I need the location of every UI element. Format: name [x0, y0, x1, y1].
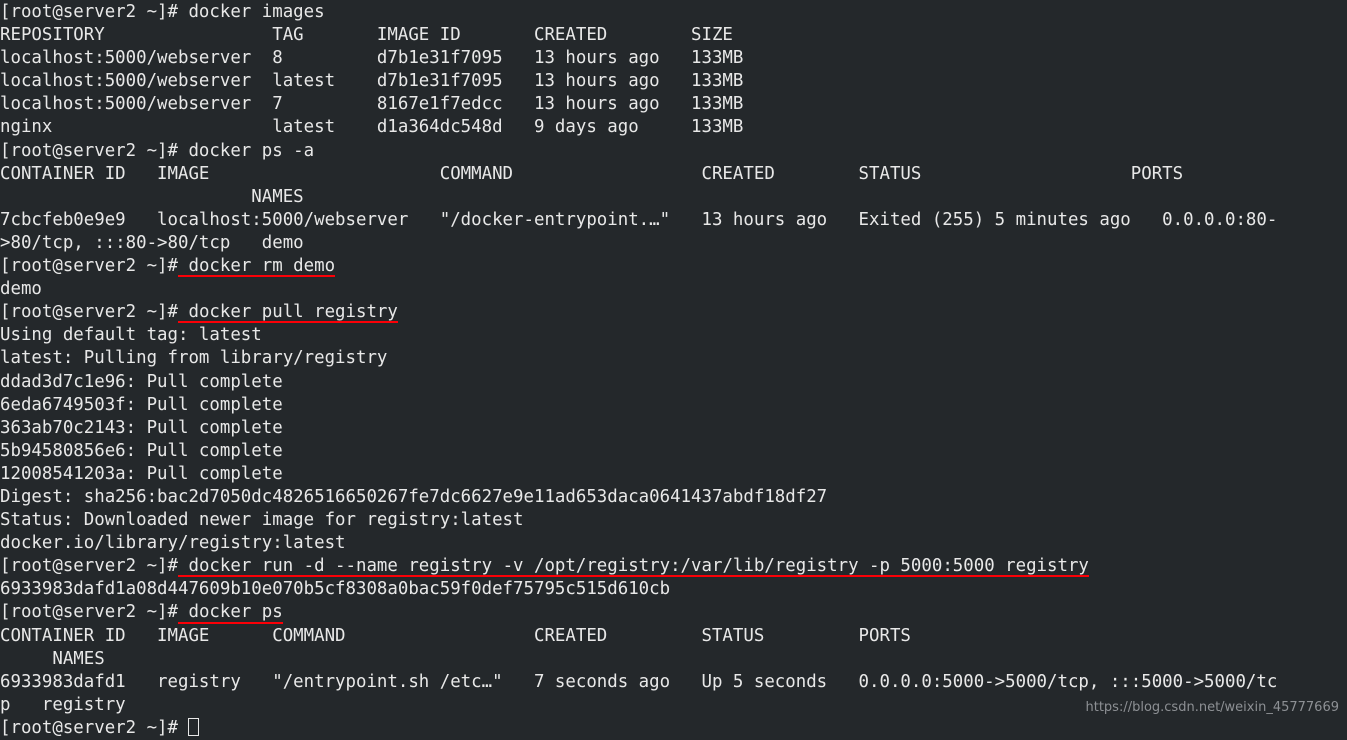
terminal-text: localhost:5000/webserver 8 d7b1e31f7095 …	[0, 48, 744, 69]
terminal-line: CONTAINER ID IMAGE COMMAND CREATED STATU…	[0, 625, 1277, 648]
terminal-line: 7cbcfeb0e9e9 localhost:5000/webserver "/…	[0, 209, 1277, 232]
terminal-text: p registry	[0, 694, 126, 715]
terminal-line: REPOSITORY TAG IMAGE ID CREATED SIZE	[0, 24, 1277, 47]
terminal-text: demo	[0, 279, 42, 300]
terminal-line: 6933983dafd1 registry "/entrypoint.sh /e…	[0, 671, 1277, 694]
terminal-line: docker.io/library/registry:latest	[0, 532, 1277, 555]
terminal-line: [root@server2 ~]# docker images	[0, 1, 1277, 24]
terminal-text: 6933983dafd1 registry "/entrypoint.sh /e…	[0, 671, 1278, 692]
terminal-text: >80/tcp, :::80->80/tcp demo	[0, 232, 304, 253]
terminal-line: 5b94580856e6: Pull complete	[0, 440, 1277, 463]
terminal-text: docker.io/library/registry:latest	[0, 533, 346, 554]
terminal-text: 5b94580856e6: Pull complete	[0, 440, 283, 461]
terminal-text: localhost:5000/webserver latest d7b1e31f…	[0, 71, 744, 92]
terminal-text: [root@server2 ~]#	[0, 556, 178, 577]
highlighted-command: docker run -d --name registry -v /opt/re…	[178, 555, 1089, 578]
terminal-text: [root@server2 ~]# docker images	[0, 2, 325, 22]
terminal-line: nginx latest d1a364dc548d 9 days ago 133…	[0, 116, 1277, 139]
terminal-text: Status: Downloaded newer image for regis…	[0, 510, 524, 531]
terminal-text: [root@server2 ~]#	[0, 302, 178, 323]
terminal-line: CONTAINER ID IMAGE COMMAND CREATED STATU…	[0, 163, 1277, 186]
terminal-line: >80/tcp, :::80->80/tcp demo	[0, 232, 1277, 255]
terminal-text: REPOSITORY TAG IMAGE ID CREATED SIZE	[0, 25, 733, 46]
terminal-text: 363ab70c2143: Pull complete	[0, 417, 283, 438]
terminal-line: Digest: sha256:bac2d7050dc4826516650267f…	[0, 486, 1277, 509]
terminal-line: [root@server2 ~]# docker ps -a	[0, 140, 1277, 163]
terminal-line: localhost:5000/webserver 7 8167e1f7edcc …	[0, 93, 1277, 116]
terminal-line: [root@server2 ~]# docker run -d --name r…	[0, 555, 1277, 578]
terminal-line: latest: Pulling from library/registry	[0, 347, 1277, 370]
terminal-text: nginx latest d1a364dc548d 9 days ago 133…	[0, 117, 744, 138]
terminal-text: [root@server2 ~]#	[0, 717, 189, 738]
terminal-line: localhost:5000/webserver 8 d7b1e31f7095 …	[0, 47, 1277, 70]
terminal-line: 12008541203a: Pull complete	[0, 463, 1277, 486]
terminal-line: NAMES	[0, 648, 1277, 671]
terminal-line: demo	[0, 278, 1277, 301]
watermark-text: https://blog.csdn.net/weixin_45777669	[1085, 699, 1339, 715]
highlighted-command: docker pull registry	[178, 301, 398, 324]
terminal-line: [root@server2 ~]# docker rm demo	[0, 255, 1277, 278]
terminal-line: 6eda6749503f: Pull complete	[0, 394, 1277, 417]
terminal-line: localhost:5000/webserver latest d7b1e31f…	[0, 70, 1277, 93]
terminal-text: [root@server2 ~]#	[0, 602, 178, 623]
terminal-text: Digest: sha256:bac2d7050dc4826516650267f…	[0, 486, 828, 507]
terminal-line: Using default tag: latest	[0, 324, 1277, 347]
terminal-screen: [root@server2 ~]# docker images REPOSITOR…	[0, 1, 1277, 740]
terminal-text: 7cbcfeb0e9e9 localhost:5000/webserver "/…	[0, 209, 1278, 230]
terminal-line: [root@server2 ~]# docker ps	[0, 601, 1277, 624]
terminal-text: NAMES	[0, 648, 105, 669]
terminal-cursor	[188, 717, 200, 736]
terminal-line: [root@server2 ~]# docker pull registry	[0, 301, 1277, 324]
terminal-window[interactable]: [root@server2 ~]# docker images REPOSITOR…	[0, 0, 1347, 740]
highlighted-command: docker rm demo	[178, 255, 336, 278]
terminal-line: [root@server2 ~]#	[0, 717, 1277, 740]
terminal-text: localhost:5000/webserver 7 8167e1f7edcc …	[0, 94, 744, 115]
terminal-line: ddad3d7c1e96: Pull complete	[0, 371, 1277, 394]
terminal-line: Status: Downloaded newer image for regis…	[0, 509, 1277, 532]
terminal-text: 6eda6749503f: Pull complete	[0, 394, 283, 415]
terminal-line: NAMES	[0, 186, 1277, 209]
terminal-line: 6933983dafd1a08d447609b10e070b5cf8308a0b…	[0, 578, 1277, 601]
terminal-text: 6933983dafd1a08d447609b10e070b5cf8308a0b…	[0, 579, 671, 600]
terminal-text: ddad3d7c1e96: Pull complete	[0, 371, 283, 392]
highlighted-command: docker ps	[178, 601, 283, 624]
terminal-text: CONTAINER ID IMAGE COMMAND CREATED STATU…	[0, 625, 911, 646]
terminal-text: Using default tag: latest	[0, 325, 262, 346]
terminal-text: latest: Pulling from library/registry	[0, 348, 388, 369]
terminal-text: NAMES	[0, 186, 304, 207]
terminal-text: [root@server2 ~]# docker ps -a	[0, 140, 315, 161]
terminal-text: [root@server2 ~]#	[0, 256, 178, 277]
terminal-line: 363ab70c2143: Pull complete	[0, 417, 1277, 440]
terminal-text: CONTAINER ID IMAGE COMMAND CREATED STATU…	[0, 163, 1184, 184]
terminal-text: 12008541203a: Pull complete	[0, 463, 283, 484]
